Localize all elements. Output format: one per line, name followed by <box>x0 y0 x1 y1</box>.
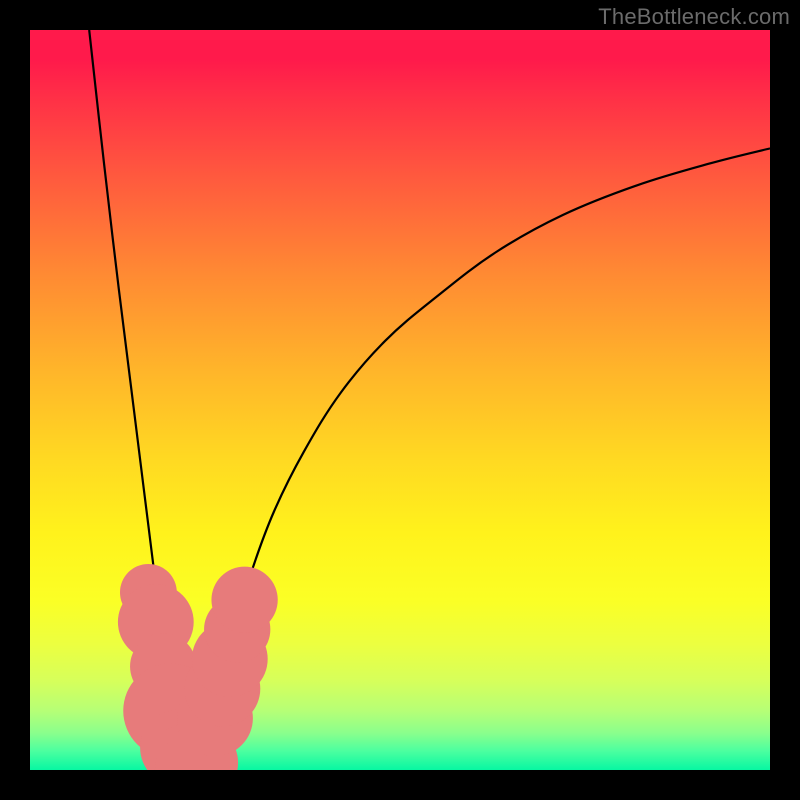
right-branch-curve <box>200 148 770 770</box>
chart-svg <box>30 30 770 770</box>
watermark-text: TheBottleneck.com <box>598 4 790 30</box>
chart-frame: TheBottleneck.com <box>0 0 800 800</box>
plot-area <box>30 30 770 770</box>
data-markers <box>118 564 278 770</box>
data-marker <box>211 567 277 633</box>
